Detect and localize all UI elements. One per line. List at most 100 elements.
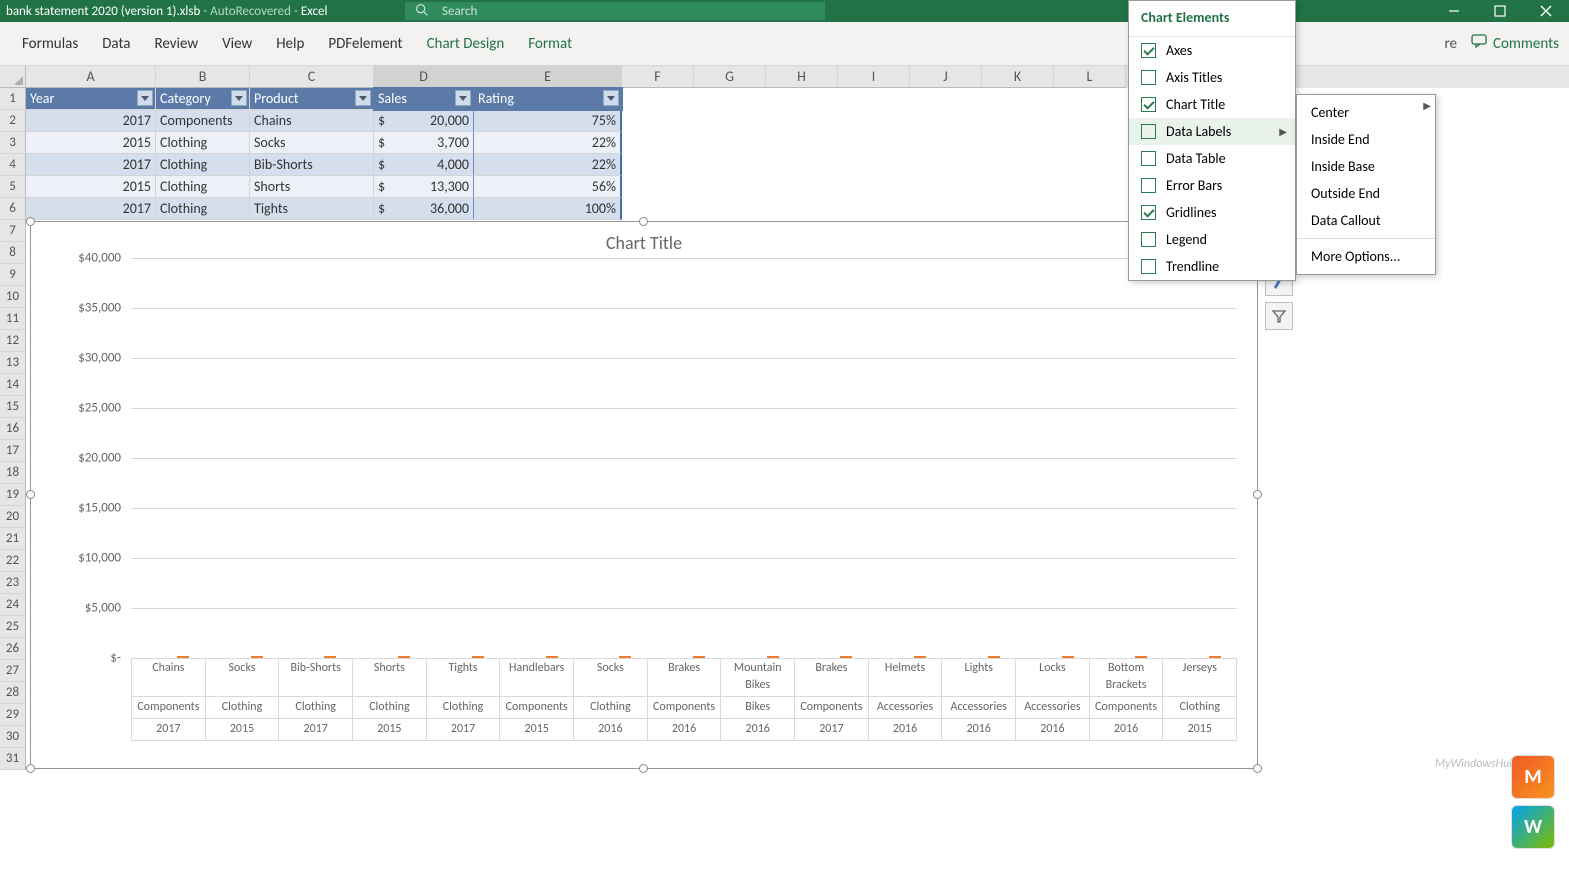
resize-handle[interactable] — [26, 217, 35, 226]
tab-view[interactable]: View — [210, 22, 264, 66]
row-header-23[interactable]: 23 — [0, 572, 26, 594]
filter-icon[interactable] — [355, 90, 371, 106]
row-header-30[interactable]: 30 — [0, 726, 26, 748]
row-header-17[interactable]: 17 — [0, 440, 26, 462]
col-header-B[interactable]: B — [156, 66, 250, 88]
filter-icon[interactable] — [231, 90, 247, 106]
row-header-11[interactable]: 11 — [0, 308, 26, 330]
submenu-data-callout[interactable]: Data Callout — [1297, 207, 1435, 234]
col-header-F[interactable]: F — [622, 66, 694, 88]
submenu-inside-base[interactable]: Inside Base — [1297, 153, 1435, 180]
resize-handle[interactable] — [26, 764, 35, 773]
tab-chart-design[interactable]: Chart Design — [415, 22, 517, 66]
row-header-10[interactable]: 10 — [0, 286, 26, 308]
col-header-D[interactable]: D — [374, 66, 474, 88]
row-header-25[interactable]: 25 — [0, 616, 26, 638]
bar-rating[interactable] — [251, 656, 263, 658]
checkbox-icon[interactable] — [1141, 43, 1156, 58]
th-sales[interactable]: Sales — [374, 88, 474, 110]
bar-rating[interactable] — [1135, 656, 1147, 658]
row-header-1[interactable]: 1 — [0, 88, 26, 110]
comments-button[interactable]: Comments — [1471, 34, 1559, 53]
checkbox-icon[interactable] — [1141, 151, 1156, 166]
filter-icon[interactable] — [137, 90, 153, 106]
cell-sales[interactable]: $4,000 — [374, 154, 474, 176]
bar-rating[interactable] — [177, 656, 189, 658]
row-header-29[interactable]: 29 — [0, 704, 26, 726]
submenu-outside-end[interactable]: Outside End — [1297, 180, 1435, 207]
bar-rating[interactable] — [988, 656, 1000, 658]
tab-data[interactable]: Data — [90, 22, 142, 66]
cell-product[interactable]: Shorts — [250, 176, 374, 198]
cell-year[interactable]: 2015 — [26, 176, 156, 198]
row-header-27[interactable]: 27 — [0, 660, 26, 682]
th-year[interactable]: Year — [26, 88, 156, 110]
chart-element-trendline[interactable]: Trendline — [1129, 253, 1295, 280]
resize-handle[interactable] — [1253, 490, 1262, 499]
row-header-6[interactable]: 6 — [0, 198, 26, 220]
checkbox-icon[interactable] — [1141, 124, 1156, 139]
row-header-8[interactable]: 8 — [0, 242, 26, 264]
cell-year[interactable]: 2017 — [26, 154, 156, 176]
checkbox-icon[interactable] — [1141, 205, 1156, 220]
cell-rating[interactable]: 56% — [474, 176, 622, 198]
submenu-more-options-[interactable]: More Options... — [1297, 243, 1435, 270]
cell-category[interactable]: Clothing — [156, 154, 250, 176]
cell-product[interactable]: Chains — [250, 110, 374, 132]
tab-format[interactable]: Format — [516, 22, 584, 66]
chart-title[interactable]: Chart Title — [31, 222, 1257, 258]
cell-product[interactable]: Bib-Shorts — [250, 154, 374, 176]
bar-rating[interactable] — [914, 656, 926, 658]
cell-category[interactable]: Components — [156, 110, 250, 132]
checkbox-icon[interactable] — [1141, 232, 1156, 247]
cell-sales[interactable]: $36,000 — [374, 198, 474, 220]
cell-year[interactable]: 2017 — [26, 198, 156, 220]
select-all-triangle[interactable] — [0, 66, 26, 88]
row-header-19[interactable]: 19 — [0, 484, 26, 506]
col-header-J[interactable]: J — [910, 66, 982, 88]
cell-sales[interactable]: $20,000 — [374, 110, 474, 132]
bar-rating[interactable] — [472, 656, 484, 658]
embedded-chart[interactable]: Chart Title $-$5,000$10,000$15,000$20,00… — [30, 221, 1258, 769]
cell-category[interactable]: Clothing — [156, 176, 250, 198]
chart-element-data-labels[interactable]: Data Labels▶ — [1129, 118, 1295, 145]
checkbox-icon[interactable] — [1141, 259, 1156, 274]
bar-rating[interactable] — [546, 656, 558, 658]
row-header-24[interactable]: 24 — [0, 594, 26, 616]
col-header-C[interactable]: C — [250, 66, 374, 88]
th-category[interactable]: Category — [156, 88, 250, 110]
cell-rating[interactable]: 22% — [474, 132, 622, 154]
row-header-31[interactable]: 31 — [0, 748, 26, 770]
resize-handle[interactable] — [26, 490, 35, 499]
tab-pdfelement[interactable]: PDFelement — [316, 22, 414, 66]
cell-rating[interactable]: 22% — [474, 154, 622, 176]
row-header-20[interactable]: 20 — [0, 506, 26, 528]
col-header-A[interactable]: A — [26, 66, 156, 88]
col-header-H[interactable]: H — [766, 66, 838, 88]
tab-review[interactable]: Review — [143, 22, 211, 66]
cell-year[interactable]: 2015 — [26, 132, 156, 154]
tab-help[interactable]: Help — [264, 22, 316, 66]
cell-product[interactable]: Socks — [250, 132, 374, 154]
col-header-G[interactable]: G — [694, 66, 766, 88]
row-header-26[interactable]: 26 — [0, 638, 26, 660]
cell-rating[interactable]: 75% — [474, 110, 622, 132]
row-header-14[interactable]: 14 — [0, 374, 26, 396]
cell-rating[interactable]: 100% — [474, 198, 622, 220]
maximize-button[interactable] — [1477, 0, 1523, 22]
checkbox-icon[interactable] — [1141, 97, 1156, 112]
chart-element-axes[interactable]: Axes — [1129, 37, 1295, 64]
resize-handle[interactable] — [1253, 764, 1262, 773]
chart-element-chart-title[interactable]: Chart Title — [1129, 91, 1295, 118]
chart-plot-area[interactable]: $-$5,000$10,000$15,000$20,000$25,000$30,… — [131, 258, 1237, 658]
submenu-inside-end[interactable]: Inside End — [1297, 126, 1435, 153]
th-product[interactable]: Product — [250, 88, 374, 110]
row-header-15[interactable]: 15 — [0, 396, 26, 418]
search-box[interactable]: Search — [405, 2, 825, 20]
cell-product[interactable]: Tights — [250, 198, 374, 220]
cell-category[interactable]: Clothing — [156, 198, 250, 220]
submenu-center[interactable]: Center — [1297, 99, 1435, 126]
row-header-16[interactable]: 16 — [0, 418, 26, 440]
bar-rating[interactable] — [693, 656, 705, 658]
worksheet-area[interactable]: A B C D E F G H I J K L 1234567891011121… — [0, 66, 1569, 893]
